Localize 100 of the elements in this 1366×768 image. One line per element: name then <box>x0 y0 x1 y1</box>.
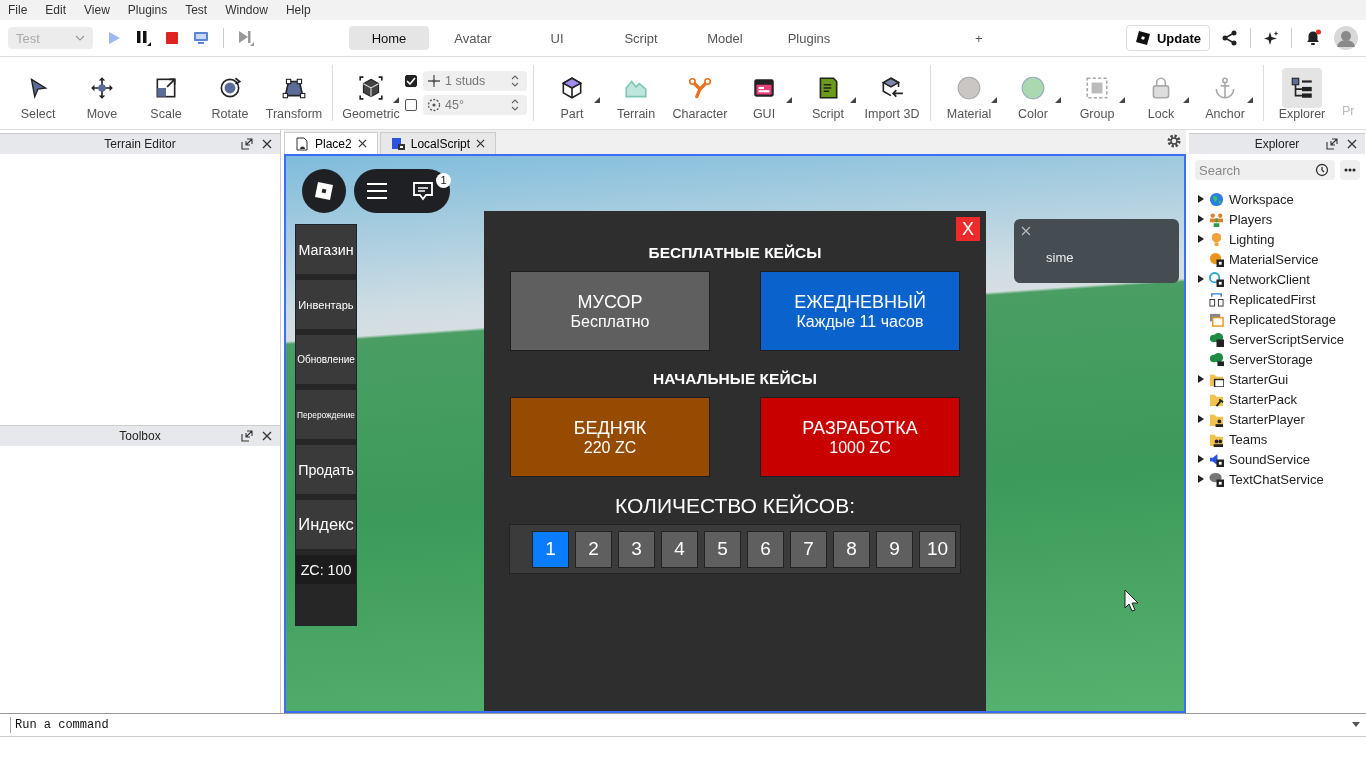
ribbon-tab[interactable]: UI <box>517 26 597 50</box>
menu-item[interactable]: Help <box>285 3 311 17</box>
ribbon-tab[interactable]: Model <box>685 26 765 50</box>
quantity-button[interactable]: 1 <box>532 530 569 568</box>
menu-item[interactable]: Plugins <box>127 3 168 17</box>
expand-arrow-icon[interactable] <box>1198 275 1204 283</box>
more-button[interactable] <box>1340 160 1360 180</box>
explorer-item[interactable]: SoundService <box>1229 451 1310 467</box>
explorer-item[interactable]: ServerStorage <box>1229 351 1313 367</box>
quantity-button[interactable]: 2 <box>575 530 612 568</box>
menu-item[interactable]: File <box>8 3 28 17</box>
checkbox[interactable] <box>405 75 417 87</box>
explorer-item[interactable]: MaterialService <box>1229 251 1319 267</box>
undock-icon[interactable] <box>1326 138 1338 150</box>
document-tab[interactable]: Place2 <box>284 132 378 154</box>
add-tab-button[interactable]: + <box>969 29 989 47</box>
tool-button[interactable]: GUI <box>732 63 796 123</box>
explorer-item[interactable]: TextChatService <box>1229 471 1324 487</box>
spinner-arrows-icon[interactable] <box>511 99 519 111</box>
close-icon[interactable] <box>262 431 272 441</box>
case-button[interactable]: БЕДНЯК 220 ZC <box>510 397 710 477</box>
explorer-item[interactable]: StarterPlayer <box>1229 411 1305 427</box>
explorer-item[interactable]: ReplicatedFirst <box>1229 291 1316 307</box>
expand-arrow-icon[interactable] <box>1198 375 1204 383</box>
menu-button[interactable]: Продать <box>296 445 356 494</box>
undock-icon[interactable] <box>241 138 253 150</box>
expand-arrow-icon[interactable] <box>1198 455 1204 463</box>
case-button[interactable]: ЕЖЕДНЕВНЫЙ Каждые 11 часов <box>760 271 960 351</box>
share-icon[interactable] <box>1222 30 1238 46</box>
close-icon[interactable] <box>476 139 486 148</box>
close-icon[interactable] <box>1347 139 1357 149</box>
step-icon[interactable] <box>238 30 254 46</box>
ribbon-tab[interactable]: Plugins <box>769 26 849 50</box>
tool-button[interactable]: Material <box>937 63 1001 123</box>
quantity-button[interactable]: 10 <box>919 530 956 568</box>
tool-button[interactable]: Select <box>6 63 70 123</box>
search-field[interactable]: Search <box>1195 160 1335 180</box>
tool-button[interactable]: Lock <box>1129 63 1193 123</box>
menu-item[interactable]: Window <box>225 3 268 17</box>
home-button[interactable] <box>302 169 346 213</box>
explorer-item[interactable]: Workspace <box>1229 191 1294 207</box>
case-button[interactable]: РАЗРАБОТКА 1000 ZC <box>760 397 960 477</box>
menu-item[interactable]: View <box>84 3 110 17</box>
bell-icon[interactable] <box>1304 29 1322 47</box>
tool-button[interactable]: Color <box>1001 63 1065 123</box>
tool-button[interactable]: Geometric <box>339 63 403 123</box>
explorer-item[interactable]: Teams <box>1229 431 1268 447</box>
quantity-button[interactable]: 6 <box>747 530 784 568</box>
quantity-button[interactable]: 9 <box>876 530 913 568</box>
stop-icon[interactable] <box>165 31 179 45</box>
history-icon[interactable] <box>1315 163 1329 177</box>
sparkle-icon[interactable] <box>1263 30 1279 46</box>
explorer-item[interactable]: ServerScriptService <box>1229 331 1344 347</box>
close-button[interactable]: X <box>956 217 980 241</box>
ribbon-tab[interactable]: Script <box>601 26 681 50</box>
menu-button[interactable]: Индекс <box>296 500 356 549</box>
close-icon[interactable] <box>262 139 272 149</box>
tool-button[interactable]: Transform <box>262 63 326 123</box>
explorer-item[interactable]: StarterGui <box>1229 371 1289 387</box>
menu-item[interactable]: Test <box>185 3 208 17</box>
tool-button[interactable]: Move <box>70 63 134 123</box>
ribbon-tab[interactable]: Home <box>349 26 429 50</box>
caret-icon[interactable] <box>1352 722 1360 728</box>
expand-arrow-icon[interactable] <box>1198 415 1204 423</box>
update-button[interactable]: Update <box>1125 25 1210 51</box>
menu-button[interactable]: Магазин <box>296 225 356 274</box>
spinner-arrows-icon[interactable] <box>511 75 519 87</box>
tool-button[interactable]: Anchor <box>1193 63 1257 123</box>
menu-button[interactable]: Инвентарь <box>296 280 356 329</box>
tool-button[interactable]: Part <box>540 63 604 123</box>
avatar-icon[interactable] <box>1334 26 1358 50</box>
undock-icon[interactable] <box>241 430 253 442</box>
tool-button[interactable]: Import 3D <box>860 63 924 123</box>
tool-button[interactable]: Scale <box>134 63 198 123</box>
tool-button[interactable]: Character <box>668 63 732 123</box>
tool-button[interactable]: Terrain <box>604 63 668 123</box>
menu-button[interactable]: Обновление <box>296 335 356 384</box>
menu-icon[interactable] <box>366 182 388 200</box>
expand-arrow-icon[interactable] <box>1198 215 1204 223</box>
menu-button[interactable]: Перерождение <box>296 390 356 439</box>
expand-arrow-icon[interactable] <box>1198 235 1204 243</box>
snap-field[interactable]: 1 studs <box>423 71 527 91</box>
ribbon-tab[interactable]: Avatar <box>433 26 513 50</box>
checkbox[interactable] <box>405 99 417 111</box>
quantity-button[interactable]: 8 <box>833 530 870 568</box>
explorer-item[interactable]: Players <box>1229 211 1273 227</box>
monitor-icon[interactable] <box>193 31 209 45</box>
expand-arrow-icon[interactable] <box>1198 195 1204 203</box>
quantity-button[interactable]: 7 <box>790 530 827 568</box>
menu-item[interactable]: Edit <box>45 3 67 17</box>
explorer-item[interactable]: NetworkClient <box>1229 271 1310 287</box>
quantity-button[interactable]: 4 <box>661 530 698 568</box>
settings-icon[interactable] <box>1166 133 1182 149</box>
explorer-item[interactable]: Lighting <box>1229 231 1275 247</box>
snap-field[interactable]: 45° <box>423 95 527 115</box>
explorer-item[interactable]: StarterPack <box>1229 391 1297 407</box>
case-button[interactable]: МУСОР Бесплатно <box>510 271 710 351</box>
document-tab[interactable]: LocalScript <box>379 132 497 154</box>
tool-button[interactable]: Group <box>1065 63 1129 123</box>
expand-arrow-icon[interactable] <box>1198 475 1204 483</box>
